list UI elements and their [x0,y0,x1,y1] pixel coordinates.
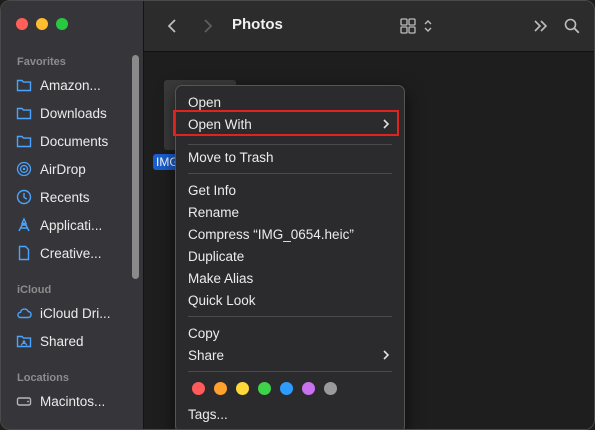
back-button[interactable] [162,15,182,37]
menu-item-get-info[interactable]: Get Info [176,179,404,201]
menu-item-label: Compress “IMG_0654.heic” [188,226,354,242]
menu-item-label: Rename [188,204,240,220]
tag-green-dot[interactable] [258,382,271,395]
applications-icon [15,217,33,233]
tag-red-dot[interactable] [192,382,205,395]
menu-divider [188,316,392,317]
tag-color-picker [192,382,337,395]
sidebar-section-icloud: iCloud [17,284,52,296]
menu-divider [188,144,392,145]
menu-item-label: Open [188,94,222,110]
sidebar-item-airdrop[interactable]: AirDrop [15,158,130,180]
sidebar-item-applications[interactable]: Applicati... [15,214,130,236]
cloud-icon [15,305,33,321]
maximize-window-button[interactable] [56,18,68,30]
folder-icon [15,105,33,121]
menu-item-tags[interactable]: Tags... [176,403,404,425]
sidebar-scrollbar[interactable] [132,55,139,279]
menu-item-rename[interactable]: Rename [176,201,404,223]
menu-item-share[interactable]: Share [176,344,404,366]
toolbar: Photos [144,1,594,52]
sidebar-item-label: Recents [40,189,90,205]
document-icon [15,245,33,261]
menu-item-label: Quick Look [188,292,256,308]
sidebar-item-macintosh[interactable]: Macintos... [15,390,130,412]
forward-button[interactable] [198,15,218,37]
menu-divider [188,173,392,174]
sidebar-section-locations: Locations [17,372,69,384]
sidebar-item-label: Documents [40,133,109,149]
sidebar-item-label: AirDrop [40,161,86,177]
minimize-window-button[interactable] [36,18,48,30]
view-options-button[interactable] [399,15,439,37]
sidebar: Favorites Amazon... Downloads Documents … [1,1,144,429]
chevron-right-icon [204,19,213,33]
sidebar-section-favorites: Favorites [17,56,66,68]
close-window-button[interactable] [16,18,28,30]
folder-icon [15,133,33,149]
sidebar-item-recents[interactable]: Recents [15,186,130,208]
double-chevron-icon [534,20,548,32]
menu-item-duplicate[interactable]: Duplicate [176,245,404,267]
sidebar-item-label: Macintos... [40,393,106,409]
sidebar-item-documents[interactable]: Documents [15,130,130,152]
menu-divider [188,371,392,372]
window-title: Photos [232,16,283,33]
finder-window: Favorites Amazon... Downloads Documents … [0,0,595,430]
menu-item-make-alias[interactable]: Make Alias [176,267,404,289]
search-icon [564,18,580,34]
sidebar-item-label: Creative... [40,245,102,261]
menu-item-label: Get Info [188,182,237,198]
airdrop-icon [15,161,33,177]
menu-item-quick-look[interactable]: Quick Look [176,289,404,311]
disk-icon [15,393,33,409]
folder-icon [15,77,33,93]
menu-item-label: Make Alias [188,270,254,286]
menu-item-copy[interactable]: Copy [176,322,404,344]
sidebar-item-label: Applicati... [40,217,103,233]
chevron-right-icon [383,350,390,360]
menu-item-label: Copy [188,325,220,341]
sidebar-item-label: Downloads [40,105,107,121]
grid-view-icon [400,18,432,34]
sidebar-item-creative[interactable]: Creative... [15,242,130,264]
tag-blue-dot[interactable] [280,382,293,395]
sidebar-item-label: Shared [40,333,84,349]
tag-yellow-dot[interactable] [236,382,249,395]
sidebar-item-label: Amazon... [40,77,101,93]
menu-item-label: Move to Trash [188,149,274,165]
tag-purple-dot[interactable] [302,382,315,395]
open-with-highlight-box [173,110,399,136]
menu-item-move-to-trash[interactable]: Move to Trash [176,146,404,168]
menu-item-label: Tags... [188,406,228,422]
clock-icon [15,189,33,205]
search-button[interactable] [562,15,582,37]
sidebar-item-downloads[interactable]: Downloads [15,102,130,124]
tag-gray-dot[interactable] [324,382,337,395]
tag-orange-dot[interactable] [214,382,227,395]
window-controls [16,18,68,30]
sidebar-item-label: iCloud Dri... [40,305,111,321]
sidebar-item-amazon[interactable]: Amazon... [15,74,130,96]
sidebar-item-shared[interactable]: Shared [15,330,130,352]
menu-item-label: Share [188,347,225,363]
context-menu: Open Open With Move to Trash Get Info Re… [173,85,405,429]
sidebar-item-icloud-drive[interactable]: iCloud Dri... [15,302,130,324]
menu-item-label: Duplicate [188,248,245,264]
shared-folder-icon [15,333,33,349]
toolbar-overflow-button[interactable] [530,15,550,37]
menu-item-compress[interactable]: Compress “IMG_0654.heic” [176,223,404,245]
chevron-left-icon [167,19,176,33]
